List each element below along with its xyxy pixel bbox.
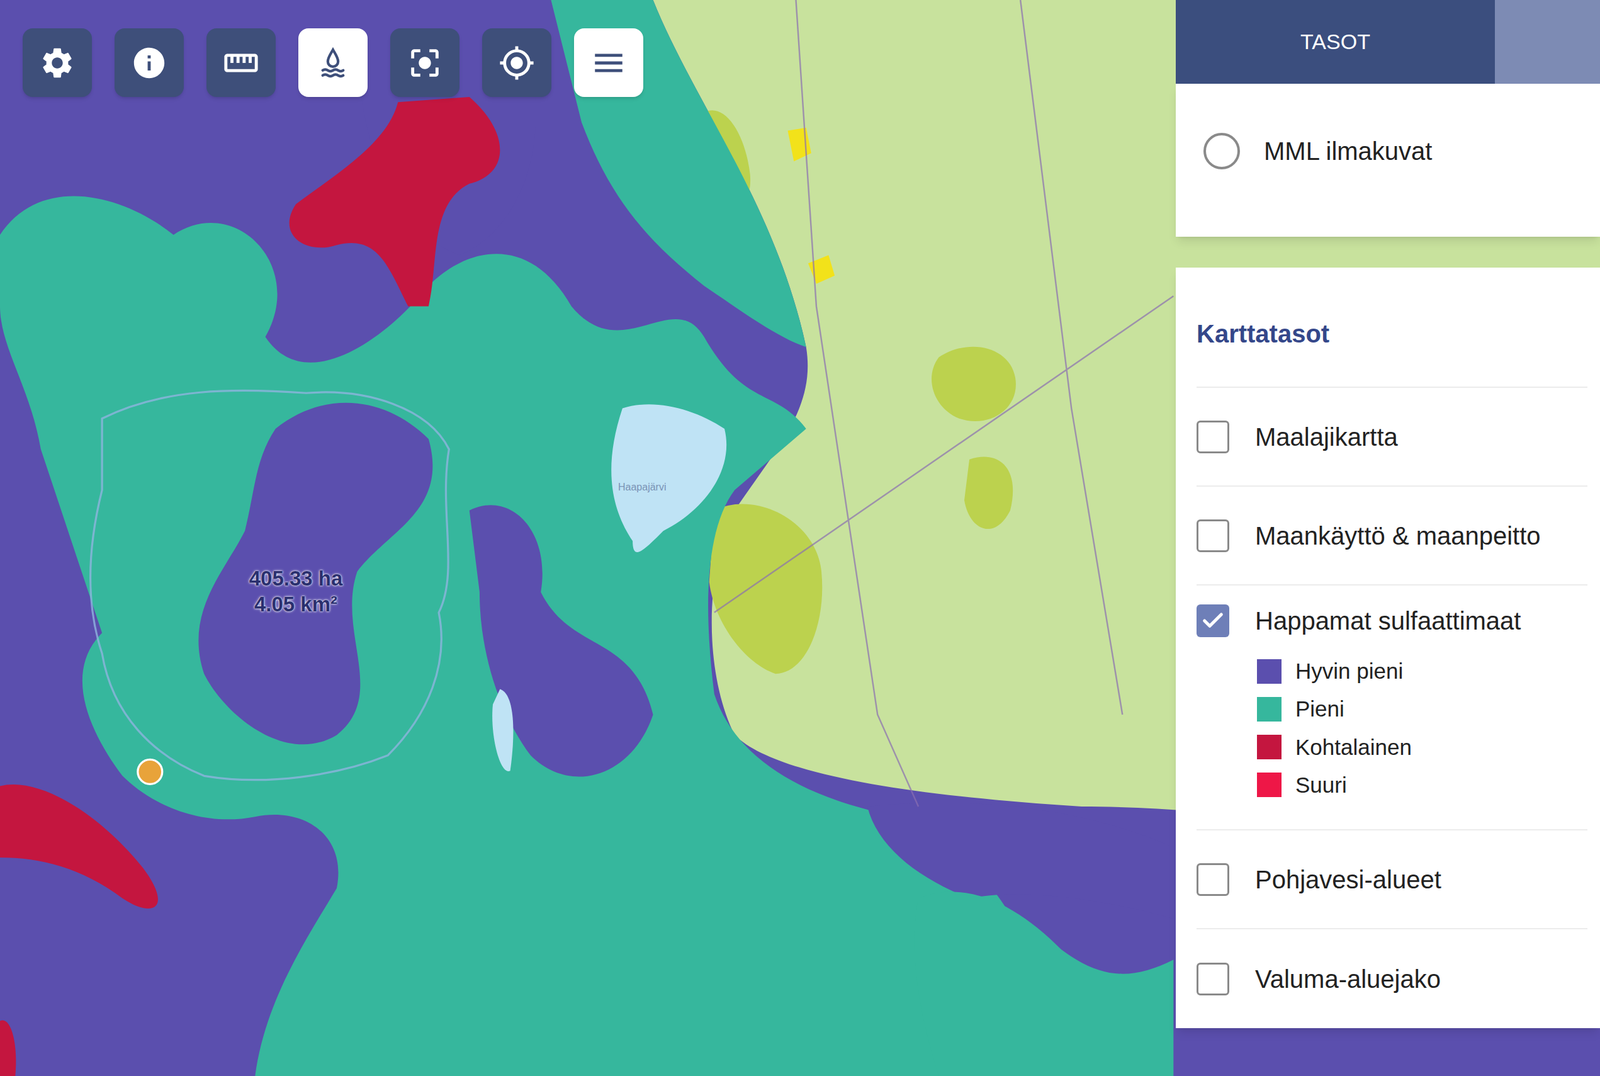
layer-label: Pohjavesi-alueet bbox=[1255, 856, 1588, 902]
measure-button[interactable] bbox=[206, 28, 276, 97]
check-icon bbox=[1200, 608, 1226, 634]
info-icon bbox=[130, 44, 168, 82]
layer-row[interactable]: Happamat sulfaattimaat Hyvin pieni Pieni Ko… bbox=[1196, 585, 1588, 831]
focus-button[interactable] bbox=[390, 28, 460, 97]
map-pin[interactable] bbox=[137, 759, 163, 784]
low-risk-area bbox=[914, 891, 1174, 1076]
water-button[interactable] bbox=[298, 28, 368, 97]
ruler-icon bbox=[222, 44, 260, 82]
moderate-risk-area bbox=[0, 784, 158, 909]
basemap-option[interactable]: MML ilmakuvat bbox=[1203, 132, 1585, 170]
layer-checkbox[interactable] bbox=[1196, 519, 1230, 553]
basemap-card: MML ilmakuvat bbox=[1175, 83, 1600, 237]
legend-swatch bbox=[1256, 696, 1282, 722]
layer-row[interactable]: Valuma-aluejako bbox=[1196, 929, 1588, 1028]
legend-swatch bbox=[1256, 734, 1282, 760]
area-label-line: 405.33 ha bbox=[249, 565, 344, 592]
layer-checkbox[interactable] bbox=[1196, 604, 1230, 637]
lake-label: Haapajärvi bbox=[618, 479, 666, 495]
area-label: 405.33 ha4.05 km² bbox=[249, 565, 344, 618]
soil-area-olive bbox=[709, 504, 823, 675]
layers-card: Karttatasot Maalajikartta Maankäyttö & maa… bbox=[1175, 267, 1600, 1028]
road bbox=[714, 0, 1174, 807]
layer-label: Maankäyttö & maanpeitto bbox=[1255, 512, 1588, 559]
moderate-risk-area bbox=[0, 1019, 16, 1076]
locate-button[interactable] bbox=[482, 28, 552, 97]
area-label-line: 4.05 km² bbox=[254, 591, 338, 617]
layer-row[interactable]: Maankäyttö & maanpeitto bbox=[1196, 486, 1588, 586]
very-low-risk-area bbox=[867, 802, 1174, 919]
lake bbox=[611, 404, 727, 553]
panel-tab[interactable]: TASOT bbox=[1175, 0, 1495, 84]
layer-checkbox[interactable] bbox=[1196, 862, 1230, 896]
water-droplet-icon bbox=[315, 45, 351, 81]
low-risk-area bbox=[0, 196, 1072, 1076]
side-panel: TASOT MML ilmakuvat Karttatasot Maalajikart… bbox=[1175, 0, 1600, 1028]
layer-checkbox[interactable] bbox=[1196, 420, 1230, 454]
layer-legend: Hyvin pieni Pieni Kohtalainen Suuri bbox=[1196, 643, 1588, 817]
soil-area-olive bbox=[808, 254, 835, 284]
legend-item: Suuri bbox=[1256, 772, 1588, 798]
layer-checkbox[interactable] bbox=[1196, 962, 1230, 996]
panel-tabs: TASOT bbox=[1175, 0, 1600, 84]
radio-button[interactable] bbox=[1203, 132, 1240, 170]
moderate-risk-area bbox=[289, 96, 501, 306]
legend-swatch bbox=[1256, 772, 1282, 797]
soil-area-olive bbox=[964, 456, 1013, 530]
layer-label: Maalajikartta bbox=[1255, 414, 1588, 460]
lake bbox=[492, 688, 513, 771]
very-low-risk-area bbox=[198, 402, 433, 745]
layer-row[interactable]: Pohjavesi-alueet bbox=[1196, 830, 1588, 930]
legend-swatch bbox=[1256, 659, 1282, 684]
layer-label: Valuma-aluejako bbox=[1255, 956, 1588, 1002]
very-low-risk-area bbox=[469, 504, 654, 777]
catchment-boundary bbox=[90, 390, 449, 780]
low-risk-area bbox=[550, 0, 806, 347]
focus-icon bbox=[406, 44, 444, 82]
layer-row[interactable]: Maalajikartta bbox=[1196, 387, 1588, 487]
legend-item: Pieni bbox=[1256, 696, 1588, 722]
info-button[interactable] bbox=[114, 28, 184, 97]
menu-icon bbox=[590, 44, 627, 82]
soil-area-olive bbox=[788, 127, 812, 162]
settings-button[interactable] bbox=[22, 28, 92, 97]
layers-title: Karttatasot bbox=[1196, 267, 1588, 388]
locate-icon bbox=[498, 44, 536, 82]
legend-item: Kohtalainen bbox=[1256, 734, 1588, 760]
settings-icon bbox=[39, 44, 76, 82]
map-app: 405.33 ha4.05 km² Haapajärvi TASOT MML ilma… bbox=[0, 0, 1600, 1076]
toolbar bbox=[22, 28, 644, 97]
legend-item: Hyvin pieni bbox=[1256, 658, 1588, 684]
panel-tab[interactable] bbox=[1494, 0, 1600, 84]
menu-button[interactable] bbox=[574, 28, 644, 97]
map-background bbox=[0, 0, 1600, 1076]
soil-area-olive bbox=[931, 346, 1016, 422]
layer-label: Happamat sulfaattimaat bbox=[1255, 597, 1588, 644]
